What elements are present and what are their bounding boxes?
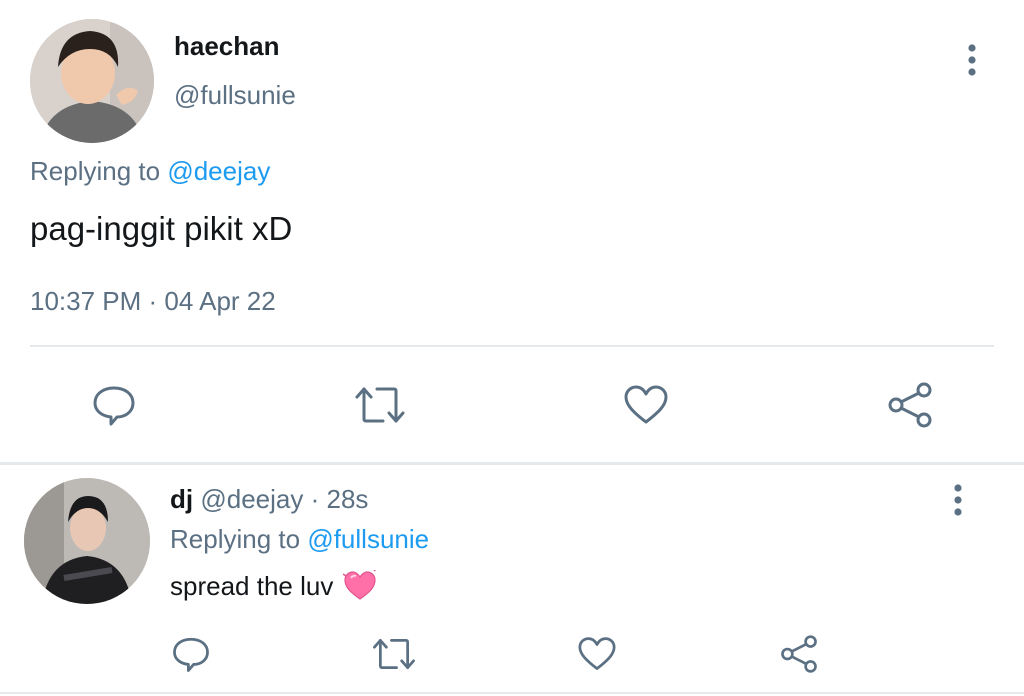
like-icon[interactable] <box>574 632 620 676</box>
retweet-icon[interactable] <box>370 632 418 676</box>
avatar[interactable] <box>24 478 150 604</box>
replying-to-handle[interactable]: @fullsunie <box>307 524 429 554</box>
reply-header: dj @deejay · 28s <box>170 484 368 515</box>
tweet-separator <box>0 462 1024 465</box>
reply-icon[interactable] <box>88 380 140 430</box>
dot-separator: · <box>310 484 320 514</box>
tweet-text-row: spread the luv 💓 <box>170 568 377 602</box>
replying-to: Replying to @deejay <box>30 156 270 187</box>
replying-to-handle[interactable]: @deejay <box>167 156 270 186</box>
tweet-text: pag-inggit pikit xD <box>30 210 293 247</box>
replying-to-prefix: Replying to <box>170 524 301 554</box>
beating-heart-emoji: 💓 <box>342 568 377 602</box>
replying-to-prefix: Replying to <box>30 156 161 186</box>
replying-to: Replying to @fullsunie <box>170 524 429 555</box>
tweet-timestamp[interactable]: 10:37 PM · 04 Apr 22 <box>30 286 276 317</box>
avatar-photo <box>24 478 150 604</box>
user-handle[interactable]: @fullsunie <box>174 80 296 111</box>
more-vertical-icon[interactable] <box>956 42 988 78</box>
avatar-photo <box>30 19 154 143</box>
tweet-text: spread the luv <box>170 570 334 601</box>
share-icon[interactable] <box>776 632 822 676</box>
retweet-icon[interactable] <box>352 380 408 430</box>
more-vertical-icon[interactable] <box>942 482 974 518</box>
like-icon[interactable] <box>620 380 672 430</box>
bottom-border <box>0 692 1024 694</box>
display-name[interactable]: haechan <box>174 31 280 62</box>
avatar[interactable] <box>30 19 154 143</box>
divider <box>30 345 994 347</box>
share-icon[interactable] <box>884 380 936 430</box>
user-handle[interactable]: @deejay <box>200 484 303 514</box>
display-name[interactable]: dj <box>170 484 193 514</box>
reply-icon[interactable] <box>168 632 214 676</box>
tweet-age[interactable]: 28s <box>327 484 369 514</box>
